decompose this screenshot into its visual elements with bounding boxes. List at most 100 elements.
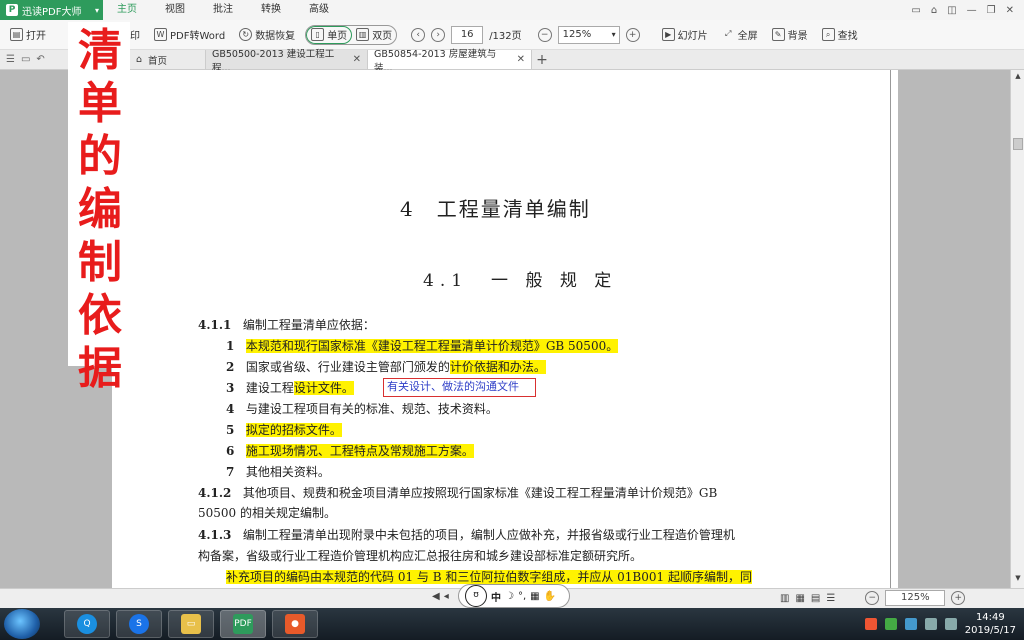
view-mode-icon[interactable]: ▤ — [811, 593, 820, 604]
highlighted-text[interactable]: 补充项目的编码由本规范的代码 01 与 B 和三位阿拉伯数字组成，并应从 01B… — [226, 570, 752, 584]
highlighted-text[interactable]: 设计文件。 — [293, 381, 354, 395]
menu-convert[interactable]: 转换 — [247, 0, 295, 20]
scroll-thumb[interactable] — [1013, 138, 1023, 150]
find-button[interactable]: ⌕ 查找 — [818, 24, 862, 46]
home-icon[interactable]: ⌂ — [931, 5, 937, 16]
open-button[interactable]: ▤ 打开 — [6, 24, 50, 46]
app-menu-button[interactable]: P 迅读PDF大师 ▾ — [0, 0, 103, 20]
folder-icon: ▭ — [181, 614, 201, 634]
convert-icon: W — [154, 28, 167, 41]
highlighted-text[interactable]: 施工现场情况、工程特点及常规施工方案。 — [245, 444, 474, 458]
total-pages: /132页 — [489, 31, 522, 42]
page-number-input[interactable]: 16 — [451, 25, 484, 44]
maximize-button[interactable]: ❐ — [987, 5, 996, 16]
menu-home[interactable]: 主页 — [103, 0, 151, 20]
toolbar: ▤ 打开 印 W PDF转Word ↻ 数据恢复 ▯ 单页 ▥ 双页 ‹ › 1… — [0, 20, 1024, 50]
app-logo-icon: P — [6, 4, 18, 16]
highlighted-text[interactable]: 计价依据和办法。 — [449, 360, 546, 374]
vertical-scrollbar[interactable]: ▲ ▼ — [1010, 70, 1024, 588]
system-tray: 14:49 2019/5/17 — [864, 608, 1016, 640]
close-button[interactable]: ✕ — [1006, 5, 1014, 16]
single-page-icon: ▯ — [311, 28, 325, 41]
menu-annotate[interactable]: 批注 — [199, 0, 247, 20]
prev-page-icon[interactable]: ◂ — [444, 591, 449, 602]
zoom-in-button[interactable]: + — [625, 27, 640, 42]
highlighted-text[interactable]: 拟定的招标文件。 — [245, 423, 342, 437]
pdf-to-word-button[interactable]: W PDF转Word — [150, 24, 229, 46]
fullscreen-button[interactable]: ⤢ 全屏 — [718, 24, 762, 46]
tray-network-icon[interactable] — [924, 618, 937, 630]
zoom-in-button[interactable]: + — [951, 591, 966, 605]
close-tab-icon[interactable]: ✕ — [517, 54, 525, 65]
taskbar-clock[interactable]: 14:49 2019/5/17 — [965, 611, 1016, 637]
data-recover-button[interactable]: ↻ 数据恢复 — [235, 24, 299, 46]
clause-4-1-1: 4.1.1 编制工程量清单应依据： — [198, 318, 375, 332]
tab-document-gb50854[interactable]: GB50854-2013 房屋建筑与装... ✕ — [368, 49, 532, 74]
ime-moon-icon[interactable]: ☽ — [505, 591, 514, 602]
chapter-heading: 4 工程量清单编制 — [400, 197, 591, 221]
view-mode-icon[interactable]: ▥ — [780, 593, 789, 604]
scroll-up-icon[interactable]: ▲ — [1013, 72, 1023, 82]
fullscreen-icon: ⤢ — [724, 29, 732, 38]
status-right-tools: ▥ ▦ ▤ ☰ − 125% + — [780, 590, 966, 606]
ime-face-icon: ʊ — [465, 585, 487, 607]
status-zoom-level[interactable]: 125% — [885, 590, 946, 606]
single-page-button[interactable]: ▯ 单页 — [306, 25, 353, 44]
zoom-select[interactable]: 125% — [557, 25, 620, 44]
tray-sogou-icon[interactable] — [864, 618, 877, 630]
list-item: 5 拟定的招标文件。 — [226, 423, 342, 437]
document-viewport[interactable] — [0, 70, 1010, 588]
taskbar-app-explorer[interactable]: ▭ — [168, 610, 214, 638]
view-mode-icon[interactable]: ▦ — [795, 593, 804, 604]
tray-app-icon[interactable] — [904, 618, 917, 630]
slideshow-button[interactable]: ▶ 幻灯片 — [658, 24, 712, 46]
pdf-reader-window: P 迅读PDF大师 ▾ 主页 视图 批注 转换 高级 ▭ ⌂ ◫ — ❐ ✕ ▤… — [0, 0, 1024, 640]
zoom-out-button[interactable]: − — [537, 27, 552, 42]
search-app-icon: S — [129, 614, 149, 634]
highlighted-text[interactable]: 本规范和现行国家标准《建设工程工程量清单计价规范》GB 50500。 — [245, 339, 619, 353]
folder-icon: ▤ — [10, 28, 23, 41]
taskbar-app-recorder[interactable]: ● — [272, 610, 318, 638]
first-page-icon[interactable]: ◀ — [432, 591, 440, 602]
chat-icon[interactable]: ▭ — [911, 5, 920, 16]
background-button[interactable]: ✎ 背景 — [768, 24, 812, 46]
ime-toolbar[interactable]: ʊ 中 ☽ °, ▦ ✋ — [458, 584, 570, 608]
taskbar-app-browser[interactable]: Q — [64, 610, 110, 638]
tray-app-icon[interactable] — [884, 618, 897, 630]
list-item: 3 建设工程设计文件。 — [226, 381, 354, 395]
scroll-down-icon[interactable]: ▼ — [1013, 574, 1023, 584]
add-tab-button[interactable]: + — [532, 51, 552, 69]
double-page-button[interactable]: ▥ 双页 — [352, 26, 396, 44]
ime-mode[interactable]: 中 — [491, 589, 501, 604]
close-tab-icon[interactable]: ✕ — [353, 54, 361, 65]
browser-icon: Q — [77, 614, 97, 634]
taskbar-app-pdf[interactable]: PDF — [220, 610, 266, 638]
chevron-down-icon: ▾ — [94, 5, 99, 15]
slideshow-icon: ▶ — [661, 28, 675, 41]
view-mode-icon[interactable]: ☰ — [826, 593, 835, 604]
tray-volume-icon[interactable] — [944, 618, 957, 630]
zoom-out-button[interactable]: − — [865, 591, 880, 605]
search-icon: ⌕ — [821, 28, 835, 41]
undo-icon[interactable]: ↶ — [36, 54, 44, 65]
ime-keyboard-icon[interactable]: ▦ — [530, 591, 539, 602]
prev-page-button[interactable]: ‹ — [411, 27, 426, 42]
menu-icon[interactable]: ☰ — [6, 54, 15, 65]
ime-punct-icon[interactable]: °, — [518, 591, 526, 602]
skin-icon[interactable]: ◫ — [947, 5, 956, 16]
list-item: 2 国家或省级、行业建设主管部门颁发的计价依据和办法。 — [226, 360, 546, 374]
ime-settings-icon[interactable]: ✋ — [544, 591, 556, 602]
next-page-button[interactable]: › — [431, 27, 446, 42]
start-button[interactable] — [4, 609, 40, 639]
pdf-icon: PDF — [233, 614, 253, 634]
list-item: 6 施工现场情况、工程特点及常规施工方案。 — [226, 444, 474, 458]
tab-document-gb50500[interactable]: GB50500-2013 建设工程工程... ✕ — [206, 49, 368, 74]
list-item: 1 本规范和现行国家标准《建设工程工程量清单计价规范》GB 50500。 — [226, 339, 619, 353]
menu-view[interactable]: 视图 — [151, 0, 199, 20]
open-folder-icon[interactable]: ▭ — [21, 54, 30, 65]
minimize-button[interactable]: — — [967, 5, 977, 16]
text-annotation-box[interactable]: 有关设计、做法的沟通文件 — [383, 378, 536, 397]
taskbar-app-search[interactable]: S — [116, 610, 162, 638]
menu-advanced[interactable]: 高级 — [295, 0, 343, 20]
tab-home[interactable]: ⌂ 首页 — [130, 50, 206, 69]
